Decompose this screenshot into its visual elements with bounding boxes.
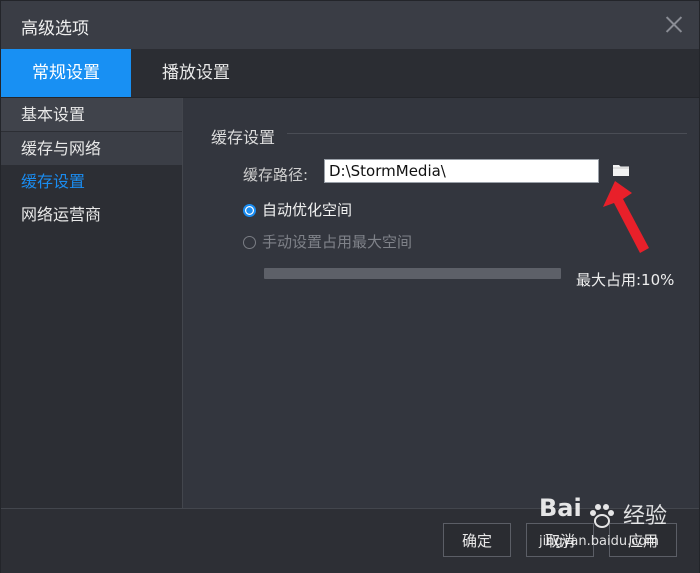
paw-icon <box>590 504 614 528</box>
tab-playback-settings[interactable]: 播放设置 <box>131 49 261 97</box>
radio-unchecked-icon <box>243 236 256 249</box>
manual-max-space-radio[interactable]: 手动设置占用最大空间 <box>243 231 412 252</box>
settings-panel: 缓存设置 缓存路径: 自动优化空间 手动设置占用最大空间 最大占用:10% <box>183 98 699 508</box>
sidebar-item-cache-network[interactable]: 缓存与网络 <box>1 131 182 165</box>
cache-path-label: 缓存路径: <box>243 166 309 184</box>
ok-button[interactable]: 确定 <box>443 523 511 557</box>
sidebar-item-cache-settings[interactable]: 缓存设置 <box>1 165 182 198</box>
tab-general-settings[interactable]: 常规设置 <box>1 49 131 97</box>
auto-optimize-label: 自动优化空间 <box>262 201 353 219</box>
max-space-slider[interactable] <box>264 268 561 279</box>
baidu-jingyan-watermark: Bai 经验 jingyan.baidu.com <box>539 494 699 566</box>
section-title: 缓存设置 <box>211 128 276 147</box>
manual-max-space-label: 手动设置占用最大空间 <box>262 233 413 251</box>
annotation-arrow-icon <box>603 181 649 253</box>
close-icon[interactable] <box>665 15 683 33</box>
sidebar-item-network-provider[interactable]: 网络运营商 <box>1 198 182 231</box>
cache-path-input[interactable] <box>324 159 599 183</box>
watermark-url: jingyan.baidu.com <box>539 534 659 549</box>
advanced-options-dialog: 高级选项 常规设置 播放设置 基本设置 缓存与网络 缓存设置 网络运营商 缓存设… <box>0 0 700 573</box>
section-divider <box>287 133 687 134</box>
title-bar: 高级选项 <box>1 1 699 49</box>
watermark-brand: Bai <box>539 494 582 522</box>
sidebar-item-basic-settings[interactable]: 基本设置 <box>1 98 182 131</box>
tab-bar: 常规设置 播放设置 <box>1 49 699 98</box>
max-usage-label: 最大占用:10% <box>576 271 675 289</box>
dialog-title: 高级选项 <box>21 19 89 39</box>
radio-checked-icon <box>243 204 256 217</box>
auto-optimize-radio[interactable]: 自动优化空间 <box>243 199 352 220</box>
sidebar: 基本设置 缓存与网络 缓存设置 网络运营商 <box>1 98 183 508</box>
watermark-jingyan: 经验 <box>623 504 668 529</box>
folder-icon[interactable] <box>613 164 629 176</box>
